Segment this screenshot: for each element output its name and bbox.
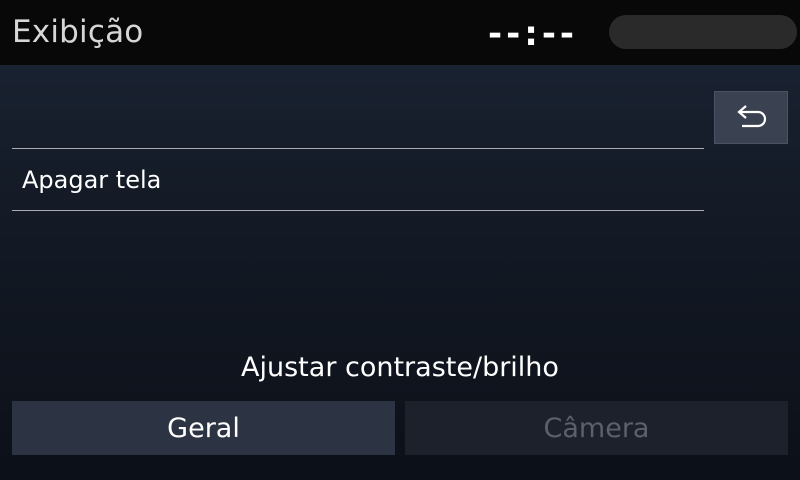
back-arrow-icon	[734, 104, 768, 132]
back-button[interactable]	[714, 91, 788, 144]
page-title: Exibição	[12, 14, 144, 50]
header-bar: Exibição --:--	[0, 0, 800, 65]
list-item-apagar-tela[interactable]: Apagar tela	[12, 149, 704, 210]
clock-display: --:--	[488, 14, 579, 54]
general-button[interactable]: Geral	[12, 401, 395, 455]
list-divider	[12, 210, 704, 211]
status-indicator	[609, 15, 797, 49]
contrast-brightness-label: Ajustar contraste/brilho	[241, 352, 559, 383]
list-item-label: Apagar tela	[22, 166, 162, 194]
display-settings-screen: Exibição --:-- Apagar tela Ajustar contr…	[0, 0, 800, 480]
camera-button[interactable]: Câmera	[405, 401, 788, 455]
